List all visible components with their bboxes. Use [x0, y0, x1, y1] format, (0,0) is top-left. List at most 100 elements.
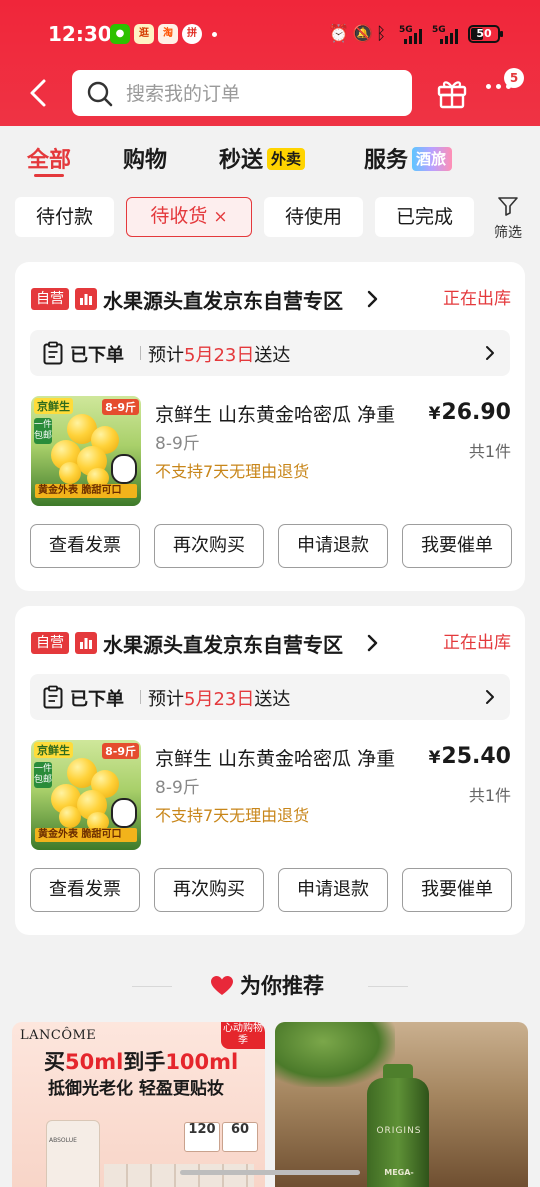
divider [140, 690, 141, 704]
nearby-app-icon: 逛 [134, 24, 154, 44]
chip-label: 待使用 [284, 206, 342, 228]
urge-order-button[interactable]: 我要催单 [402, 868, 512, 912]
headline-text: 买 [44, 1050, 65, 1074]
tab-all[interactable]: 全部 [27, 142, 71, 174]
ad-headline: 买50ml到手100ml [44, 1046, 238, 1076]
notification-badge: 5 [504, 68, 524, 88]
notification-dot-icon [212, 32, 217, 37]
product-quantity: 共1件 [468, 786, 511, 805]
chip-pending-payment[interactable]: 待付款 [15, 197, 114, 237]
recommend-card-origins[interactable]: ORIGINS MEGA- [275, 1022, 528, 1187]
product-item[interactable]: 京鲜生 8-9斤 一件包邮 黄金外表 脆甜可口 京鲜生 山东黄金哈密瓜 净重 8… [31, 740, 511, 850]
back-button[interactable] [22, 76, 56, 110]
chip-pending-receipt[interactable]: 待收货 × [126, 197, 252, 237]
close-icon[interactable]: × [213, 207, 227, 227]
melon-ball [59, 462, 81, 484]
order-actions: 查看发票 再次购买 申请退款 我要催单 [30, 524, 512, 568]
eta-suffix: 送达 [254, 345, 291, 366]
chip-label: 已完成 [395, 206, 453, 228]
shop-row: 自营 水果源头直发京东自营专区 正在出库 [31, 285, 511, 314]
headline-highlight: 50ml [65, 1050, 124, 1074]
order-actions: 查看发票 再次购买 申请退款 我要催单 [30, 868, 512, 912]
request-refund-button[interactable]: 申请退款 [278, 868, 388, 912]
gift-button[interactable] [436, 76, 468, 114]
urge-order-button[interactable]: 我要催单 [402, 524, 512, 568]
price-value: 26.90 [441, 400, 511, 425]
status-time: 12:30 [48, 22, 112, 46]
product-title: 京鲜生 山东黄金哈密瓜 净重 [155, 404, 396, 426]
delivery-progress[interactable]: 已下单 预计5月23日送达 [30, 330, 510, 376]
tab-shopping[interactable]: 购物 [123, 142, 167, 174]
divider [132, 986, 172, 987]
product-brand-tag: 京鲜生 [34, 398, 73, 414]
product-thumbnail: 京鲜生 8-9斤 一件包邮 黄金外表 脆甜可口 [31, 740, 141, 850]
buy-again-button[interactable]: 再次购买 [154, 524, 264, 568]
promo-badge: 心动购物季 [221, 1022, 265, 1049]
chevron-right-icon [486, 690, 494, 704]
divider [368, 986, 408, 987]
chevron-right-icon [486, 346, 494, 360]
headline-highlight: 100ml [165, 1050, 239, 1074]
shop-name-link[interactable]: 水果源头直发京东自营专区 [103, 285, 343, 314]
bluetooth-icon: ᛒ [376, 24, 387, 44]
return-policy-note: 不支持7天无理由退货 [155, 806, 310, 825]
coupon-badge: 120 [184, 1122, 220, 1152]
hotel-travel-tag: 酒旅 [412, 147, 453, 171]
search-box[interactable] [72, 70, 412, 116]
signal-1-icon [404, 28, 422, 44]
chevron-right-icon[interactable] [365, 630, 381, 656]
product-item[interactable]: 京鲜生 8-9斤 一件包邮 黄金外表 脆甜可口 京鲜生 山东黄金哈密瓜 净重 8… [31, 396, 511, 506]
clipboard-icon [43, 341, 63, 365]
order-card: 自营 水果源头直发京东自营专区 正在出库 已下单 预计5月23日送达 京鲜生 8… [15, 262, 525, 591]
melon-ball [59, 806, 81, 828]
shop-name-link[interactable]: 水果源头直发京东自营专区 [103, 629, 343, 658]
filter-button[interactable]: 筛选 [486, 196, 530, 242]
origins-logo: ORIGINS [376, 1126, 422, 1136]
delivery-progress[interactable]: 已下单 预计5月23日送达 [30, 674, 510, 720]
product-title: 京鲜生 山东黄金哈密瓜 净重 [155, 748, 396, 770]
product-quantity: 共1件 [468, 442, 511, 461]
chevron-right-icon[interactable] [365, 286, 381, 312]
filter-icon [498, 197, 518, 216]
shop-row: 自营 水果源头直发京东自营专区 正在出库 [31, 629, 511, 658]
store-icon [75, 632, 97, 654]
moss-image [275, 1022, 395, 1087]
wechat-icon: ● [110, 24, 130, 44]
chip-label: 待付款 [35, 206, 93, 228]
alarm-icon: ⏰ [328, 24, 350, 44]
request-refund-button[interactable]: 申请退款 [278, 524, 388, 568]
currency-symbol: ¥ [428, 748, 441, 768]
battery-icon: 50 [468, 25, 503, 43]
chip-completed[interactable]: 已完成 [375, 197, 474, 237]
view-invoice-button[interactable]: 查看发票 [30, 524, 140, 568]
order-list-page: 全部 购物 秒送 外卖 服务 酒旅 待付款 待收货 × 待使用 已完成 筛选 自营 水… [0, 126, 540, 1187]
currency-symbol: ¥ [428, 404, 441, 424]
recommend-card-lancome[interactable]: LANCÔME 心动购物季 买50ml到手100ml 抵御光老化 轻盈更贴妆 A… [12, 1022, 265, 1187]
product-label: MEGA- [384, 1168, 414, 1177]
free-shipping-tag: 一件包邮 [34, 418, 52, 444]
chip-pending-use[interactable]: 待使用 [264, 197, 363, 237]
search-input[interactable] [124, 78, 398, 110]
order-status: 正在出库 [443, 633, 511, 653]
tab-label: 全部 [27, 148, 72, 173]
headline-text: 到手 [123, 1050, 166, 1074]
order-card: 自营 水果源头直发京东自营专区 正在出库 已下单 预计5月23日送达 京鲜生 8… [15, 606, 525, 935]
home-indicator[interactable] [180, 1170, 360, 1175]
heart-icon [211, 976, 233, 995]
product-spec-tag: 8-9斤 [102, 399, 139, 415]
mascot-image [111, 798, 137, 828]
ad-subtitle: 抵御光老化 轻盈更贴妆 [48, 1079, 224, 1099]
battery-level: 50 [476, 27, 492, 40]
tab-instant-delivery[interactable]: 秒送 外卖 [219, 142, 306, 174]
active-tab-indicator [34, 174, 64, 177]
tab-label: 服务 [364, 148, 409, 173]
tab-label: 秒送 [219, 148, 264, 173]
free-shipping-tag: 一件包邮 [34, 762, 52, 788]
view-invoice-button[interactable]: 查看发票 [30, 868, 140, 912]
coupon-badge: 60 [222, 1122, 258, 1152]
tab-services[interactable]: 服务 酒旅 [364, 142, 453, 174]
top-header: 12:30 ● 逛 淘 拼 ⏰ 🔕 ᛒ 5G 5G 50 5 [0, 0, 540, 126]
buy-again-button[interactable]: 再次购买 [154, 868, 264, 912]
mute-bell-icon: 🔕 [352, 24, 374, 44]
gift-icon [437, 81, 467, 109]
